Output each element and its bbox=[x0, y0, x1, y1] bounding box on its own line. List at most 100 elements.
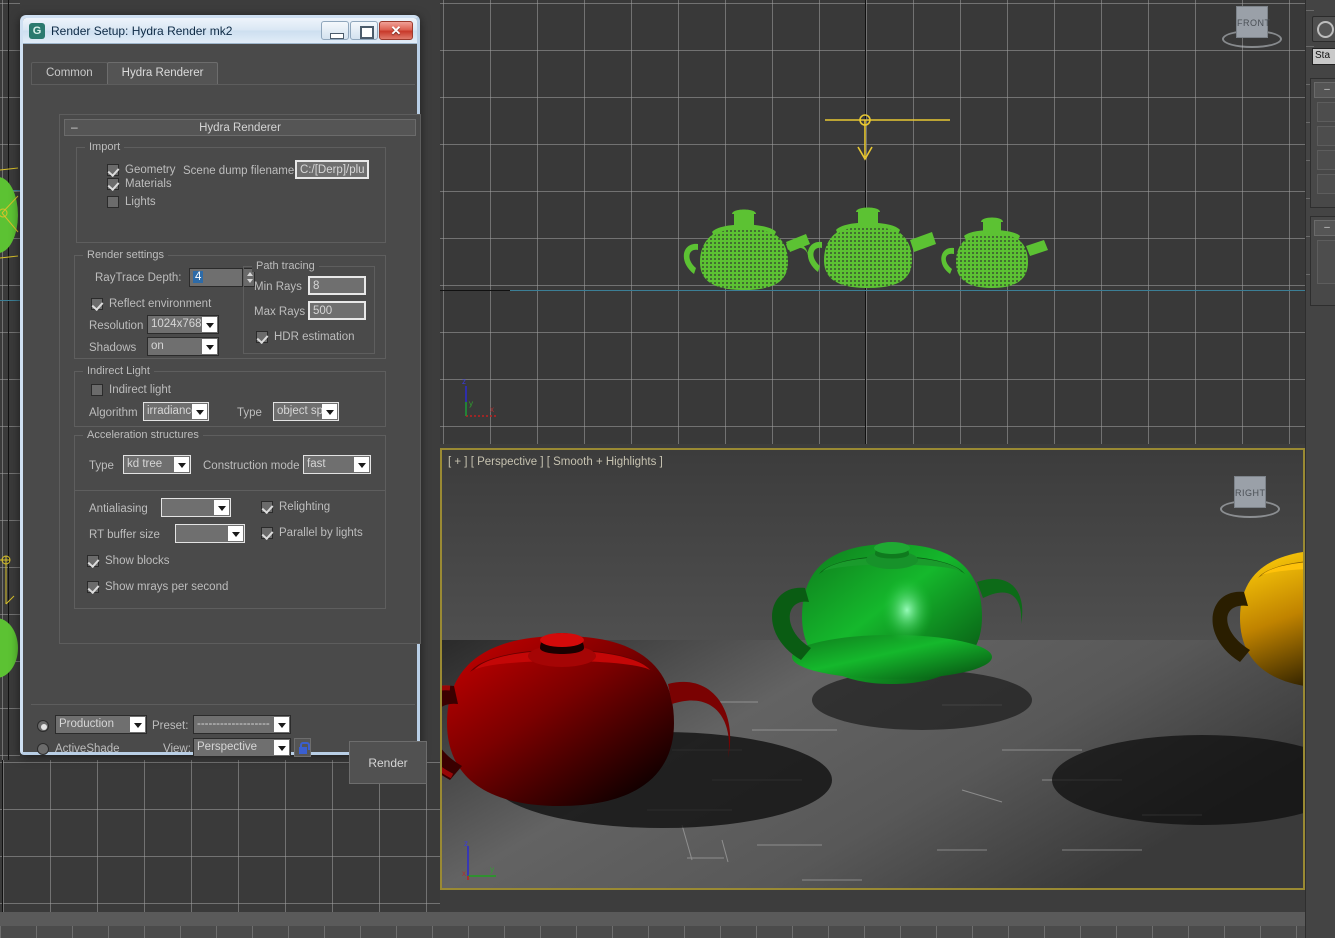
tab-common[interactable]: Common bbox=[31, 62, 108, 84]
lock-icon[interactable] bbox=[294, 738, 311, 757]
close-icon[interactable] bbox=[379, 21, 413, 40]
viewport-front[interactable]: FRONT z y x bbox=[440, 0, 1305, 444]
checkbox-geometry[interactable] bbox=[107, 164, 119, 176]
group-import-label: Import bbox=[85, 141, 124, 153]
chevron-down-icon[interactable] bbox=[214, 500, 229, 515]
label-hdr-estimation: HDR estimation bbox=[274, 331, 355, 343]
checkbox-show-mrays[interactable] bbox=[87, 581, 99, 593]
radio-production[interactable] bbox=[37, 720, 49, 732]
algorithm-value: irradiance bbox=[147, 405, 198, 417]
radio-activeshade[interactable] bbox=[37, 743, 49, 755]
label-view: View: bbox=[163, 743, 191, 755]
dropdown-resolution[interactable]: 1024x768 bbox=[147, 315, 219, 334]
chevron-down-icon[interactable] bbox=[202, 339, 217, 354]
svg-text:y: y bbox=[469, 399, 473, 408]
input-raytrace-depth[interactable]: 4 bbox=[189, 268, 243, 287]
input-min-rays[interactable]: 8 bbox=[308, 276, 366, 295]
label-min-rays: Min Rays bbox=[254, 281, 302, 293]
maximize-icon[interactable] bbox=[350, 21, 378, 40]
chevron-down-icon[interactable] bbox=[202, 317, 217, 332]
dropdown-construction-mode[interactable]: fast bbox=[303, 455, 371, 474]
dialog-title: Render Setup: Hydra Render mk2 bbox=[51, 24, 320, 38]
construction-mode-value: fast bbox=[307, 458, 326, 470]
rollout-hydra-renderer[interactable]: – Hydra Renderer Import Geometry Materia… bbox=[59, 114, 421, 644]
status-bar-strip bbox=[0, 912, 1305, 926]
label-accel-type: Type bbox=[89, 460, 114, 472]
viewport-label-perspective: [ + ] [ Perspective ] [ Smooth + Highlig… bbox=[448, 456, 663, 468]
window-buttons[interactable] bbox=[320, 21, 413, 40]
chevron-down-icon[interactable] bbox=[322, 404, 337, 419]
chevron-down-icon[interactable] bbox=[130, 717, 145, 732]
timeline-ruler[interactable] bbox=[0, 926, 1305, 938]
rollout-header[interactable]: – Hydra Renderer bbox=[64, 119, 416, 136]
command-panel[interactable]: Sta – – bbox=[1305, 0, 1335, 938]
command-rollout-2[interactable]: – bbox=[1310, 216, 1335, 306]
object-name-field[interactable]: Sta bbox=[1312, 48, 1335, 65]
checkbox-hdr-estimation[interactable] bbox=[256, 331, 268, 343]
command-panel-tab-icon[interactable] bbox=[1312, 16, 1335, 42]
dropdown-shadows[interactable]: on bbox=[147, 337, 219, 356]
viewcube-face-label[interactable]: FRONT bbox=[1236, 6, 1268, 38]
input-max-rays[interactable]: 500 bbox=[308, 301, 366, 320]
viewcube-face-label[interactable]: RIGHT bbox=[1234, 476, 1266, 508]
chevron-down-icon[interactable] bbox=[354, 457, 369, 472]
checkbox-relighting[interactable] bbox=[261, 501, 273, 513]
label-materials: Materials bbox=[125, 178, 172, 190]
checkbox-show-blocks[interactable] bbox=[87, 555, 99, 567]
axis-tripod-front: z y x bbox=[458, 378, 498, 418]
dropdown-antialiasing[interactable] bbox=[161, 498, 231, 517]
minimize-icon[interactable] bbox=[321, 21, 349, 40]
label-rt-buffer-size: RT buffer size bbox=[89, 529, 160, 541]
tab-hydra-renderer[interactable]: Hydra Renderer bbox=[107, 62, 219, 84]
viewcube-front[interactable]: FRONT bbox=[1222, 2, 1282, 58]
group-render-settings: Render settings RayTrace Depth: 4 Reflec… bbox=[74, 255, 386, 359]
dropdown-render-mode[interactable]: Production bbox=[55, 715, 147, 734]
dropdown-accel-type[interactable]: kd tree bbox=[123, 455, 191, 474]
label-show-mrays: Show mrays per second bbox=[105, 581, 228, 593]
dropdown-indirect-type[interactable]: object spa bbox=[273, 402, 339, 421]
input-scene-dump-filename[interactable]: C:/[Derp]/plu bbox=[295, 160, 369, 179]
chevron-down-icon[interactable] bbox=[174, 457, 189, 472]
label-geometry: Geometry bbox=[125, 164, 176, 176]
dropdown-rt-buffer-size[interactable] bbox=[175, 524, 245, 543]
viewcube-perspective[interactable]: RIGHT bbox=[1220, 472, 1280, 528]
group-path-tracing-label: Path tracing bbox=[252, 260, 319, 272]
rollout-collapse-icon[interactable]: – bbox=[1314, 82, 1335, 98]
label-raytrace-depth: RayTrace Depth: bbox=[95, 272, 182, 284]
label-activeshade: ActiveShade bbox=[55, 743, 120, 755]
group-path-tracing: Path tracing Min Rays 8 Max Rays 500 HDR… bbox=[243, 266, 375, 354]
group-acceleration-label: Acceleration structures bbox=[83, 429, 203, 441]
checkbox-lights[interactable] bbox=[107, 196, 119, 208]
chevron-down-icon[interactable] bbox=[192, 404, 207, 419]
label-indirect-light: Indirect light bbox=[109, 384, 171, 396]
render-setup-dialog[interactable]: Render Setup: Hydra Render mk2 Common Hy… bbox=[20, 15, 420, 755]
label-lights: Lights bbox=[125, 196, 156, 208]
dialog-titlebar[interactable]: Render Setup: Hydra Render mk2 bbox=[23, 18, 417, 44]
chevron-down-icon[interactable] bbox=[274, 740, 289, 755]
viewport-perspective[interactable]: [ + ] [ Perspective ] [ Smooth + Highlig… bbox=[440, 448, 1305, 890]
view-value: Perspective bbox=[197, 741, 257, 753]
circle-icon bbox=[1317, 21, 1334, 38]
dropdown-preset[interactable]: ------------------- bbox=[193, 715, 291, 734]
checkbox-materials[interactable] bbox=[107, 178, 119, 190]
rollout-collapse-icon[interactable]: – bbox=[1314, 220, 1335, 236]
render-button[interactable]: Render bbox=[349, 741, 427, 784]
svg-text:x: x bbox=[490, 405, 494, 414]
dialog-body: Common Hydra Renderer – Hydra Renderer I… bbox=[23, 44, 417, 752]
command-rollout-1[interactable]: – bbox=[1310, 78, 1335, 208]
svg-text:y: y bbox=[490, 865, 494, 874]
tab-bar[interactable]: Common Hydra Renderer bbox=[31, 62, 217, 84]
rendered-scene bbox=[442, 450, 1303, 888]
checkbox-reflect-environment[interactable] bbox=[91, 298, 103, 310]
chevron-down-icon[interactable] bbox=[274, 717, 289, 732]
teapot-wireframes[interactable] bbox=[440, 0, 1305, 444]
label-reflect-environment: Reflect environment bbox=[109, 298, 211, 310]
dropdown-algorithm[interactable]: irradiance bbox=[143, 402, 209, 421]
label-antialiasing: Antialiasing bbox=[89, 503, 148, 515]
checkbox-parallel-by-lights[interactable] bbox=[261, 527, 273, 539]
label-parallel-by-lights: Parallel by lights bbox=[279, 527, 363, 539]
chevron-down-icon[interactable] bbox=[228, 526, 243, 541]
dropdown-view[interactable]: Perspective bbox=[193, 738, 291, 757]
resolution-value: 1024x768 bbox=[151, 318, 202, 330]
checkbox-indirect-light[interactable] bbox=[91, 384, 103, 396]
